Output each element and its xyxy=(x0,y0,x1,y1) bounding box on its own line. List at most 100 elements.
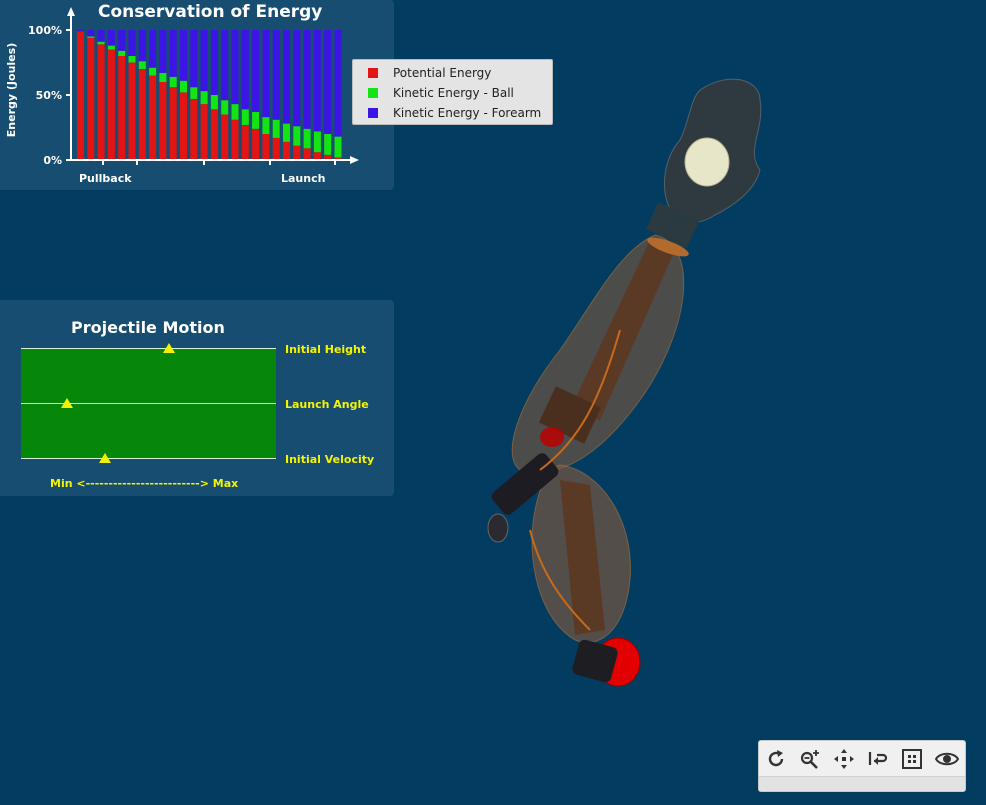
red-pulley-upper xyxy=(540,427,564,447)
bar-segment-2-12 xyxy=(190,87,198,99)
bar-segment-3-1 xyxy=(77,30,84,32)
bar-segment-2-5 xyxy=(118,50,126,56)
rotate-icon xyxy=(768,750,784,767)
bar-segment-1-13 xyxy=(200,104,208,160)
zoom-button[interactable] xyxy=(794,743,826,775)
slider-label-initial-height: Initial Height xyxy=(285,343,367,356)
projectile-title: Projectile Motion xyxy=(71,318,225,337)
bar-segment-3-11 xyxy=(180,30,187,81)
bar-segment-3-3 xyxy=(97,30,105,42)
bar-segment-3-22 xyxy=(293,30,301,127)
bar-segment-3-15 xyxy=(221,30,229,101)
bar-segment-1-15 xyxy=(221,114,229,160)
bar-segment-3-17 xyxy=(241,30,249,110)
bar-segment-2-25 xyxy=(324,134,332,155)
view-toolbar xyxy=(758,740,966,792)
arm-model-viewport[interactable] xyxy=(440,60,800,700)
energy-chart: 0% 50% 100% Pullback Launch Energy (Joules) xyxy=(5,7,359,185)
bar-segment-1-21 xyxy=(283,141,290,160)
bar-segment-1-22 xyxy=(293,145,301,160)
bar-segment-1-9 xyxy=(159,82,167,160)
energy-bars xyxy=(77,30,342,160)
bar-segment-2-13 xyxy=(200,91,208,105)
slider-track-initial-height[interactable] xyxy=(21,348,276,349)
y-tick-label: 50% xyxy=(36,89,62,102)
bar-segment-1-24 xyxy=(313,152,321,160)
bar-segment-1-7 xyxy=(138,69,146,160)
bar-segment-2-16 xyxy=(231,104,239,120)
slider-handle-initial-velocity[interactable] xyxy=(99,453,112,463)
bar-segment-3-19 xyxy=(262,30,270,118)
bar-segment-3-25 xyxy=(324,30,332,134)
x-tick-label-pullback: Pullback xyxy=(79,172,132,185)
reset-button[interactable] xyxy=(862,743,894,775)
view-button[interactable] xyxy=(931,743,963,775)
bar-segment-3-23 xyxy=(303,30,311,129)
bar-segment-1-8 xyxy=(149,75,157,160)
elbow-joint-cap xyxy=(487,513,509,543)
toolbar-strip xyxy=(759,776,965,791)
bar-segment-1-23 xyxy=(303,148,311,160)
bar-segment-1-6 xyxy=(128,62,136,160)
eye-icon xyxy=(935,752,959,766)
bar-segment-1-11 xyxy=(180,92,187,160)
slider-label-launch-angle: Launch Angle xyxy=(285,398,369,411)
bar-segment-1-17 xyxy=(241,124,249,160)
bar-segment-1-12 xyxy=(190,98,198,160)
legend-swatch-kinetic-ball xyxy=(368,88,378,98)
bar-segment-2-15 xyxy=(221,100,229,115)
slider-handle-launch-angle[interactable] xyxy=(60,398,73,408)
bar-segment-1-3 xyxy=(97,44,105,160)
slider-track-launch-angle[interactable] xyxy=(21,403,276,404)
bar-segment-2-4 xyxy=(107,45,115,50)
bar-segment-3-26 xyxy=(334,30,342,137)
y-tick-label: 0% xyxy=(43,154,62,167)
slider-label-initial-velocity: Initial Velocity xyxy=(285,453,375,466)
fit-icon xyxy=(902,749,922,769)
bar-segment-3-14 xyxy=(210,30,218,95)
bar-segment-1-20 xyxy=(272,137,280,160)
bar-segment-1-5 xyxy=(118,56,126,160)
bar-segment-3-8 xyxy=(149,30,157,68)
x-tick-label-launch: Launch xyxy=(281,172,325,185)
slider-track-initial-velocity[interactable] xyxy=(21,458,276,459)
projectile-slider-field[interactable] xyxy=(21,348,276,459)
bar-segment-2-22 xyxy=(293,126,301,146)
bar-segment-2-8 xyxy=(149,67,157,76)
bar-segment-3-2 xyxy=(87,30,95,37)
bar-segment-2-23 xyxy=(303,128,311,149)
bar-segment-1-2 xyxy=(87,37,95,160)
bar-segment-3-13 xyxy=(200,30,208,92)
pan-button[interactable] xyxy=(828,743,860,775)
y-axis-arrow xyxy=(67,7,75,16)
bar-segment-1-4 xyxy=(107,49,115,160)
bar-segment-2-3 xyxy=(97,41,105,45)
bar-segment-3-7 xyxy=(138,30,146,62)
slider-axis-label: Min <-------------------------> Max xyxy=(50,477,239,490)
bar-segment-2-17 xyxy=(241,109,249,125)
bar-segment-3-16 xyxy=(231,30,239,105)
bar-segment-1-1 xyxy=(77,31,84,160)
bar-segment-2-14 xyxy=(210,95,218,110)
bar-segment-3-6 xyxy=(128,30,136,56)
y-tick-label: 100% xyxy=(28,24,62,37)
bar-segment-1-18 xyxy=(252,128,260,160)
bar-segment-2-19 xyxy=(262,117,270,134)
bar-segment-3-24 xyxy=(313,30,321,132)
bar-segment-3-21 xyxy=(283,30,290,124)
fit-button[interactable] xyxy=(896,743,928,775)
pan-icon xyxy=(834,749,854,769)
rotate-button[interactable] xyxy=(760,743,792,775)
bar-segment-1-14 xyxy=(210,109,218,160)
bar-segment-3-12 xyxy=(190,30,198,88)
legend-swatch-potential xyxy=(368,68,378,78)
bar-segment-3-5 xyxy=(118,30,126,51)
x-axis-arrow xyxy=(350,156,359,164)
bar-segment-2-21 xyxy=(283,123,290,142)
slider-handle-initial-height[interactable] xyxy=(162,343,175,353)
bar-segment-2-18 xyxy=(252,111,260,129)
bar-segment-2-11 xyxy=(180,80,187,93)
y-axis-label: Energy (Joules) xyxy=(5,43,18,137)
bar-segment-3-9 xyxy=(159,30,167,73)
legend-swatch-kinetic-forearm xyxy=(368,108,378,118)
